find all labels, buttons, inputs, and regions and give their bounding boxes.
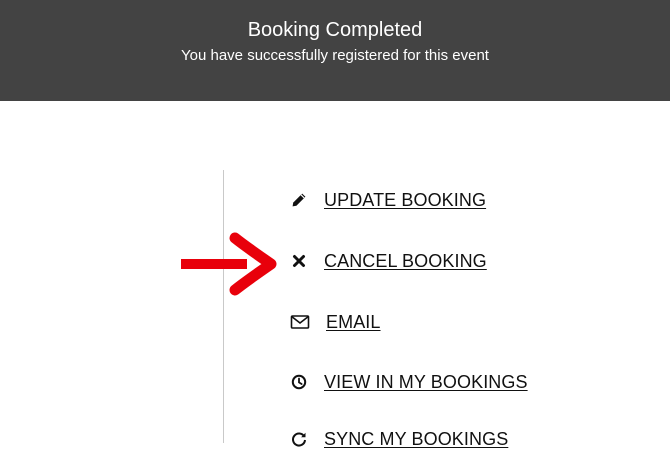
confirmation-banner: Booking Completed You have successfully …	[0, 0, 670, 101]
banner-title: Booking Completed	[247, 19, 423, 41]
close-icon	[290, 252, 308, 270]
cancel-booking-label[interactable]: CANCEL BOOKING	[324, 251, 487, 272]
red-arrow-icon	[181, 232, 277, 296]
update-booking-label[interactable]: UPDATE BOOKING	[324, 190, 486, 211]
cancel-booking-link[interactable]: CANCEL BOOKING	[290, 248, 487, 274]
refresh-icon	[290, 430, 308, 448]
update-booking-link[interactable]: UPDATE BOOKING	[290, 187, 486, 213]
envelope-icon	[290, 313, 310, 331]
clock-icon	[290, 373, 308, 391]
view-in-my-bookings-link[interactable]: VIEW IN MY BOOKINGS	[290, 369, 528, 395]
pencil-icon	[290, 191, 308, 209]
email-label[interactable]: EMAIL	[326, 312, 381, 333]
sync-my-bookings-link[interactable]: SYNC MY BOOKINGS	[290, 426, 508, 452]
sync-my-bookings-label[interactable]: SYNC MY BOOKINGS	[324, 429, 508, 450]
banner-subtitle: You have successfully registered for thi…	[181, 47, 489, 64]
email-link[interactable]: EMAIL	[290, 309, 381, 335]
vertical-divider	[223, 170, 224, 443]
view-in-my-bookings-label[interactable]: VIEW IN MY BOOKINGS	[324, 372, 528, 393]
